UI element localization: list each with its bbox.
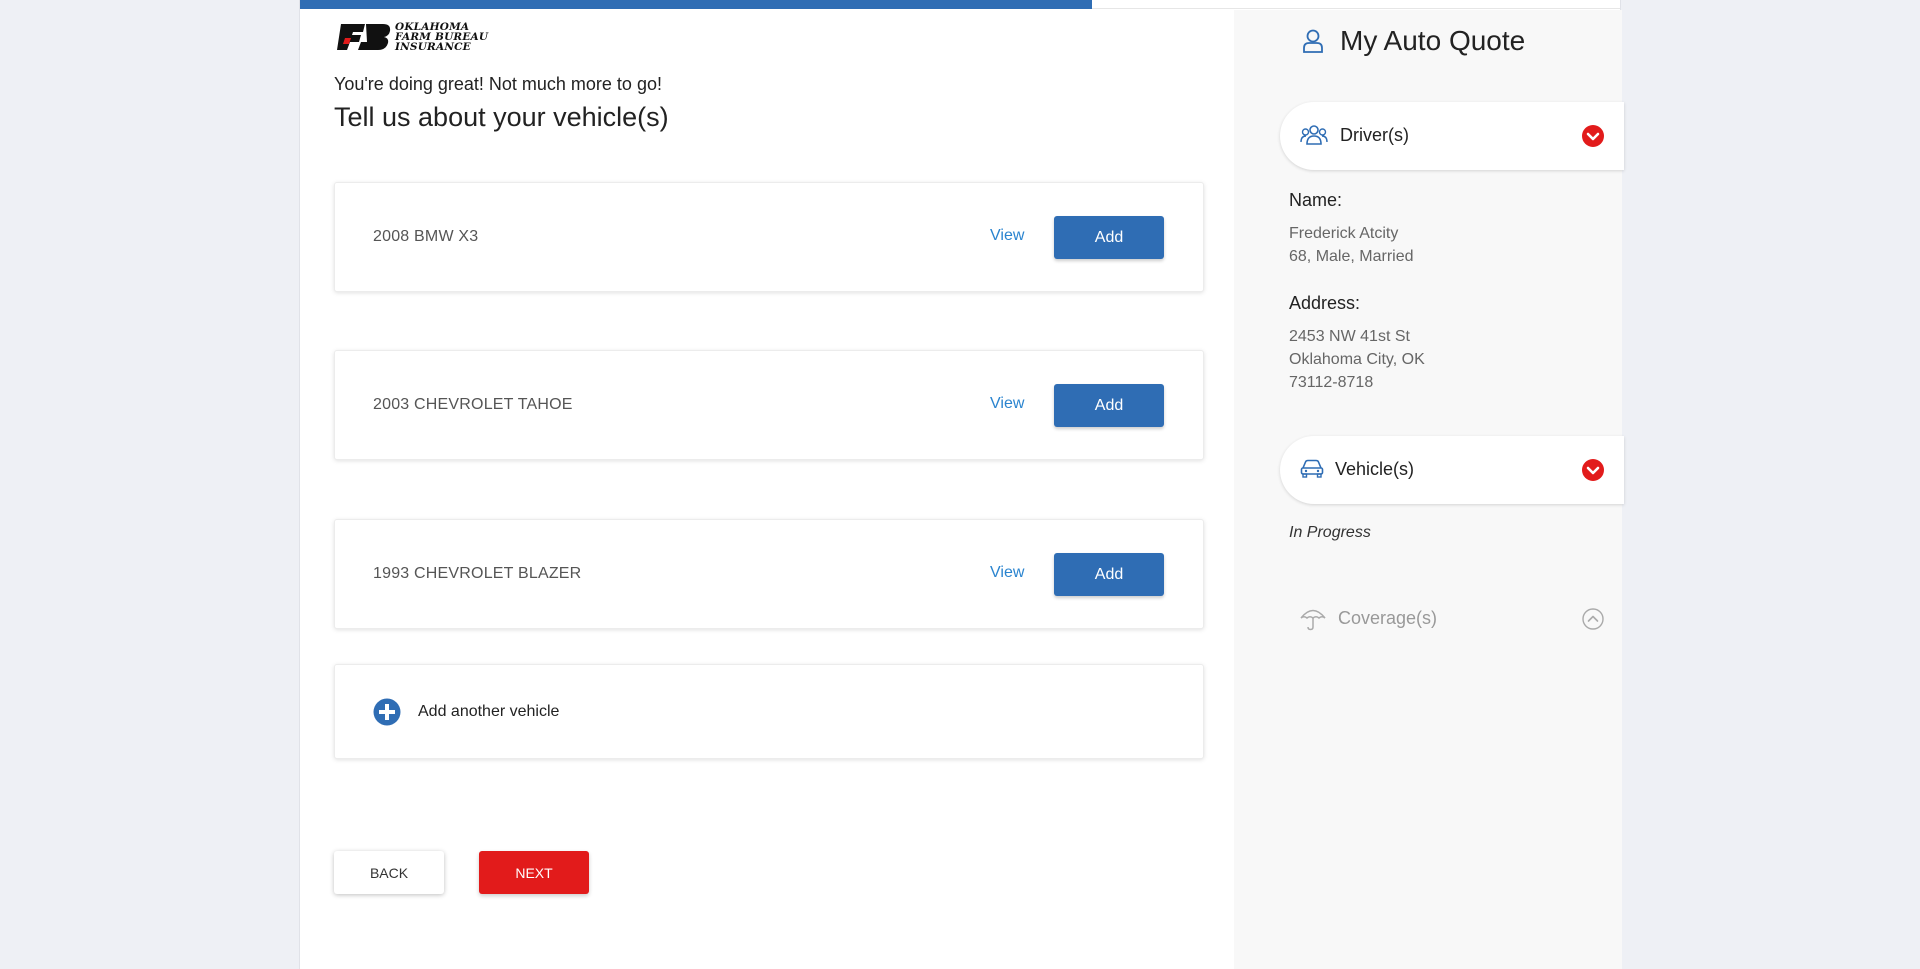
add-vehicle-button[interactable]: Add (1054, 553, 1164, 596)
chevron-down-icon[interactable] (1582, 125, 1604, 147)
vehicles-section-label: Vehicle(s) (1335, 459, 1415, 479)
back-button[interactable]: BACK (334, 851, 444, 894)
address-line-1: 2453 NW 41st St (1289, 328, 1410, 345)
user-icon (1303, 29, 1323, 53)
vehicle-name: 2003 CHEVROLET TAHOE (373, 396, 573, 413)
add-another-vehicle-label: Add another vehicle (418, 703, 560, 720)
driver-name-value: Frederick Atcity (1289, 225, 1399, 242)
quote-summary-sidebar: My Auto Quote Driver(s) Name: Frederick … (1234, 10, 1624, 969)
sidebar-header: My Auto Quote (1302, 25, 1525, 57)
chevron-up-icon[interactable] (1582, 608, 1604, 630)
vehicle-card: 1993 CHEVROLET BLAZER View Add (334, 519, 1204, 629)
driver-details-value: 68, Male, Married (1289, 248, 1414, 265)
page-subtitle: You're doing great! Not much more to go! (334, 74, 662, 94)
chevron-down-icon[interactable] (1582, 459, 1604, 481)
coverages-section-header[interactable]: Coverage(s) (1280, 594, 1624, 644)
vehicle-card: 2003 CHEVROLET TAHOE View Add (334, 350, 1204, 460)
progress-bar (300, 0, 1620, 9)
quote-page: OKLAHOMA FARM BUREAU INSURANCE You're do… (299, 0, 1624, 969)
fb-logo-mark-icon (337, 24, 391, 50)
drivers-section-label: Driver(s) (1340, 125, 1409, 145)
logo-wordmark: OKLAHOMA FARM BUREAU INSURANCE (395, 22, 488, 53)
company-logo[interactable]: OKLAHOMA FARM BUREAU INSURANCE (335, 22, 488, 52)
page-title: Tell us about your vehicle(s) (334, 102, 669, 132)
vehicle-name: 2008 BMW X3 (373, 228, 479, 245)
vehicle-card: 2008 BMW X3 View Add (334, 182, 1204, 292)
car-icon (1300, 459, 1324, 478)
sidebar-title: My Auto Quote (1340, 25, 1526, 56)
plus-circle-icon (373, 698, 401, 726)
driver-name-label: Name: (1289, 190, 1343, 210)
address-line-3: 73112-8718 (1289, 374, 1374, 391)
coverages-section-label: Coverage(s) (1338, 608, 1438, 628)
vehicles-section-header[interactable]: Vehicle(s) (1280, 436, 1624, 504)
progress-bar-fill (300, 0, 1092, 9)
view-vehicle-link[interactable]: View (990, 564, 1024, 582)
view-vehicle-link[interactable]: View (990, 395, 1024, 413)
people-icon (1300, 125, 1328, 145)
next-button[interactable]: NEXT (479, 851, 589, 894)
view-vehicle-link[interactable]: View (990, 227, 1024, 245)
driver-address-label: Address: (1289, 293, 1361, 313)
add-vehicle-button[interactable]: Add (1054, 384, 1164, 427)
address-line-2: Oklahoma City, OK (1289, 351, 1425, 368)
logo-line-3: INSURANCE (395, 41, 471, 53)
vehicles-status: In Progress (1289, 524, 1371, 541)
vehicle-name: 1993 CHEVROLET BLAZER (373, 565, 582, 582)
add-another-vehicle-button[interactable]: Add another vehicle (334, 664, 1204, 759)
add-vehicle-button[interactable]: Add (1054, 216, 1164, 259)
drivers-section-header[interactable]: Driver(s) (1280, 102, 1624, 170)
umbrella-icon (1300, 609, 1326, 631)
